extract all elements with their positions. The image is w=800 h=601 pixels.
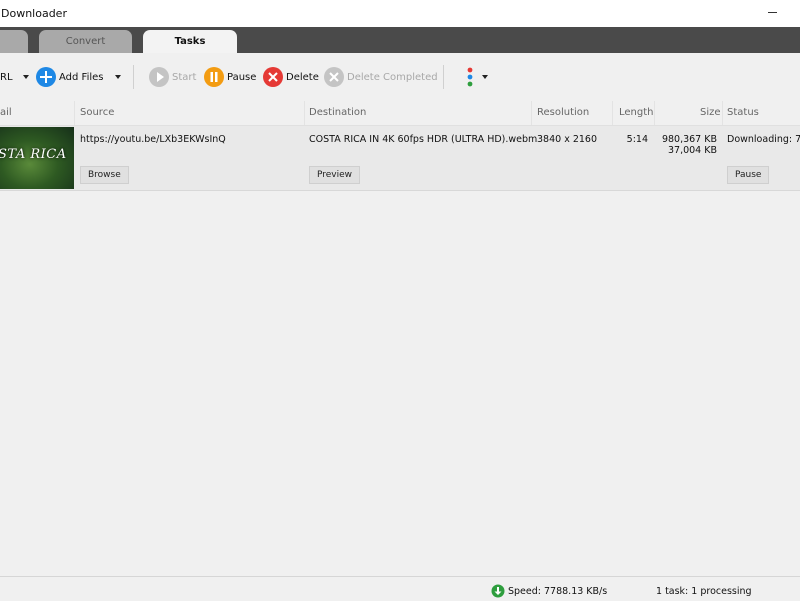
chevron-down-icon[interactable] bbox=[482, 75, 488, 79]
source-url: https://youtu.be/LXb3EKWsInQ bbox=[80, 134, 226, 145]
size-downloaded: 37,004 KB bbox=[667, 145, 717, 156]
title-bar: Downloader bbox=[0, 0, 800, 27]
destination-file: COSTA RICA IN 4K 60fps HDR (ULTRA HD).we… bbox=[309, 134, 538, 145]
more-options-button[interactable] bbox=[466, 66, 488, 88]
speed-readout: Speed: 7788.13 KB/s bbox=[508, 586, 608, 597]
paste-url-button[interactable]: RL bbox=[0, 66, 29, 88]
column-source[interactable]: Source bbox=[80, 107, 114, 118]
column-length[interactable]: Length bbox=[619, 107, 654, 118]
task-list-empty-area[interactable] bbox=[0, 191, 800, 574]
toolbar-divider bbox=[443, 65, 444, 89]
column-status[interactable]: Status bbox=[727, 107, 759, 118]
delete-button[interactable]: Delete bbox=[263, 66, 319, 88]
browse-button[interactable]: Browse bbox=[80, 166, 129, 184]
plus-icon bbox=[36, 67, 56, 87]
toolbar: RL Add Files Start Pause Delete Delete C… bbox=[0, 53, 800, 101]
tab-bar: Convert Tasks bbox=[0, 27, 800, 53]
toolbar-divider bbox=[133, 65, 134, 89]
column-size[interactable]: Size bbox=[700, 107, 721, 118]
tab-tasks[interactable]: Tasks bbox=[143, 30, 237, 53]
traffic-dots-icon bbox=[467, 67, 473, 87]
pause-button[interactable]: Pause bbox=[204, 66, 256, 88]
task-count: 1 task: 1 processing bbox=[656, 586, 752, 597]
length-value: 5:14 bbox=[626, 134, 648, 145]
status-bar: Speed: 7788.13 KB/s 1 task: 1 processing bbox=[0, 576, 800, 601]
close-icon bbox=[263, 67, 283, 87]
task-table-header: ail Source Destination Resolution Length… bbox=[0, 101, 800, 126]
column-thumbnail[interactable]: ail bbox=[0, 107, 12, 118]
add-files-button[interactable]: Add Files bbox=[36, 66, 122, 88]
chevron-down-icon[interactable] bbox=[115, 75, 122, 79]
preview-button[interactable]: Preview bbox=[309, 166, 361, 184]
download-speed-icon bbox=[491, 584, 505, 601]
close-icon bbox=[324, 67, 344, 87]
size-total: 980,367 KB bbox=[661, 134, 717, 145]
pause-icon bbox=[204, 67, 224, 87]
row-pause-button[interactable]: Pause bbox=[727, 166, 770, 184]
status-text: Downloading: 778 bbox=[727, 134, 800, 145]
column-destination[interactable]: Destination bbox=[309, 107, 366, 118]
column-resolution[interactable]: Resolution bbox=[537, 107, 589, 118]
chevron-down-icon[interactable] bbox=[22, 75, 29, 79]
delete-completed-button[interactable]: Delete Completed bbox=[324, 66, 438, 88]
video-thumbnail: STA RICA bbox=[0, 127, 74, 189]
resolution-value: 3840 x 2160 bbox=[537, 134, 598, 145]
tab-download[interactable] bbox=[0, 30, 28, 53]
start-button[interactable]: Start bbox=[149, 66, 196, 88]
table-row[interactable]: STA RICA https://youtu.be/LXb3EKWsInQ CO… bbox=[0, 126, 800, 191]
minimize-button[interactable] bbox=[768, 12, 777, 13]
app-title: Downloader bbox=[1, 7, 67, 20]
play-icon bbox=[149, 67, 169, 87]
tab-convert[interactable]: Convert bbox=[39, 30, 132, 53]
